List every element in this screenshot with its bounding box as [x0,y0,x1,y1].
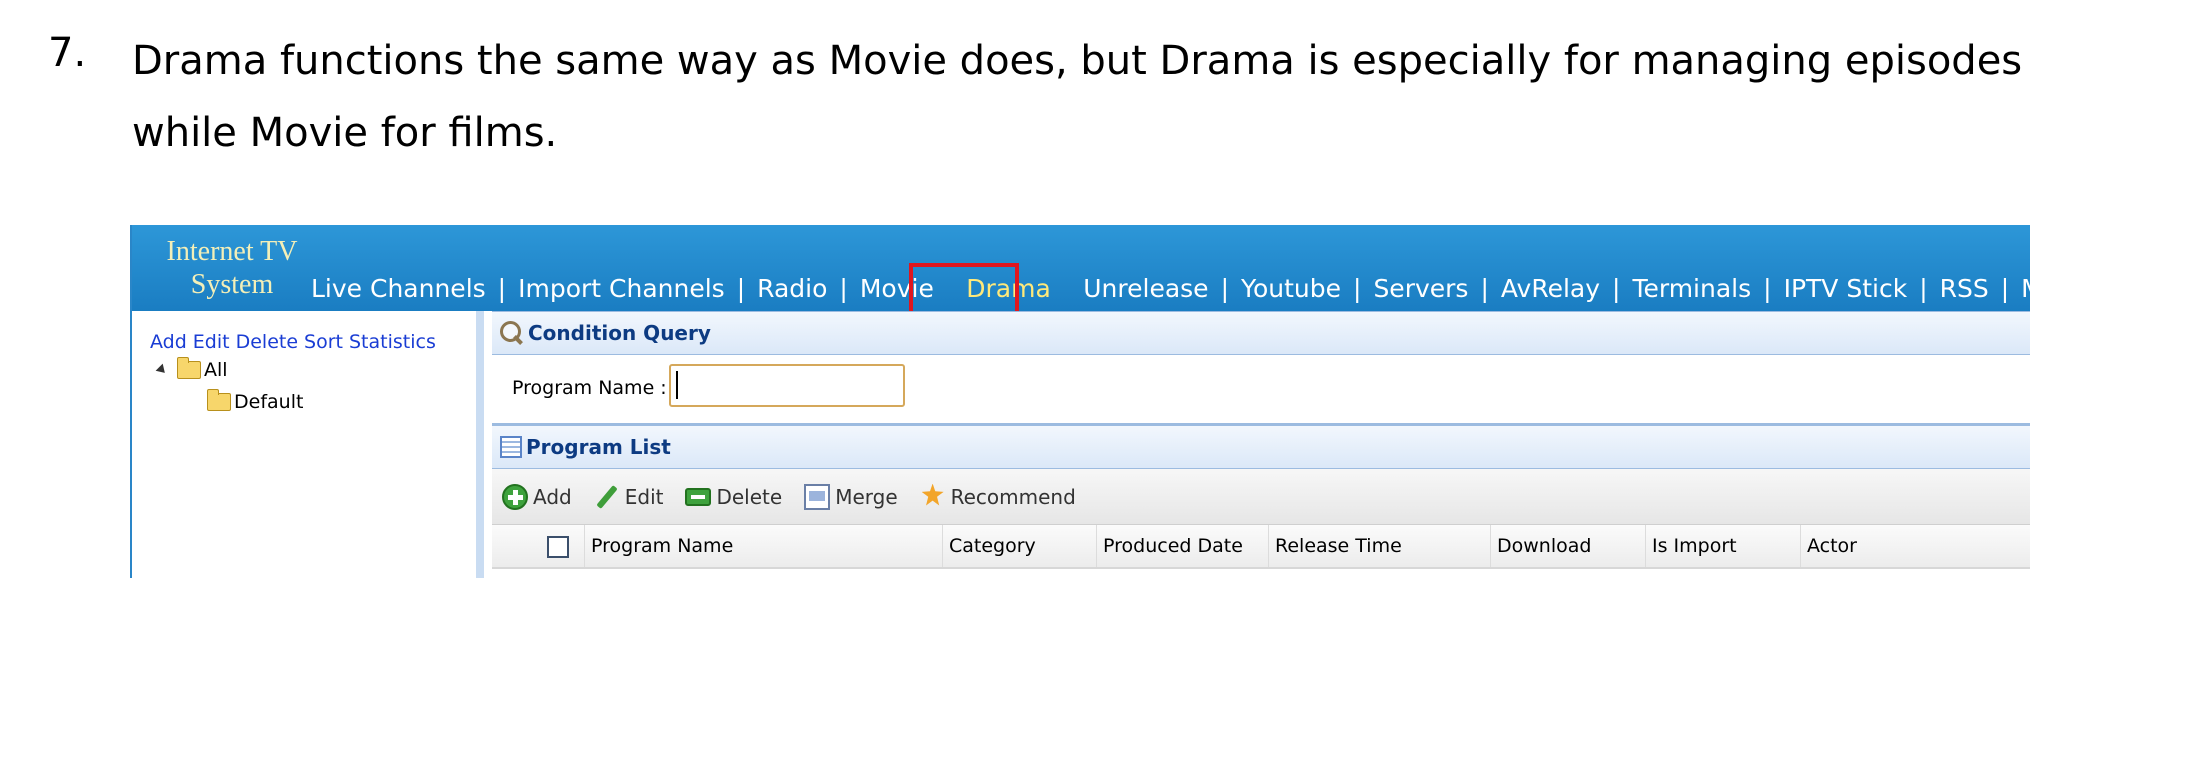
condition-query-header: Condition Query [492,311,2030,355]
folder-icon [207,389,231,411]
nav-separator: | [1612,273,1621,303]
minus-icon [685,487,712,506]
category-tree-panel: Add Edit Delete Sort Statistics All Default [132,311,484,578]
step-number: 7. [48,30,87,76]
merge-button[interactable]: Merge [804,483,898,510]
app-screenshot: Internet TV System Live Channels | Impor… [130,225,2030,578]
nav-youtube[interactable]: Youtube [1237,274,1345,303]
folder-icon [177,357,201,379]
tree-node-default[interactable]: Default [207,389,304,413]
nav-music[interactable]: Music [2017,274,2030,303]
list-icon [500,436,522,458]
merge-icon [804,483,831,510]
condition-query-body: Program Name : [492,355,2030,425]
step-text: Drama functions the same way as Movie do… [132,25,2032,169]
nav-import-channels[interactable]: Import Channels [514,274,729,303]
nav-separator: | [1480,273,1489,303]
program-grid-header: Program Name Category Produced Date Rele… [492,525,2030,569]
logo-line2: System [190,269,274,300]
tree-node-default-label: Default [234,391,304,413]
search-icon [498,319,526,347]
nav-rss[interactable]: RSS [1936,274,1993,303]
step-text-line2: while Movie for films. [132,110,558,156]
program-list-title: Program List [526,435,671,459]
column-program-name[interactable]: Program Name [584,525,942,567]
tree-actions: Add Edit Delete Sort Statistics [150,331,442,353]
column-actor[interactable]: Actor [1800,525,2030,567]
program-list-header: Program List [492,425,2030,469]
nav-separator: | [1763,273,1772,303]
content-panel: Condition Query Program Name : Program L… [492,311,2030,578]
delete-button[interactable]: Delete [685,485,782,509]
nav-terminals[interactable]: Terminals [1628,274,1755,303]
nav-separator: | [1919,273,1928,303]
nav-servers[interactable]: Servers [1369,274,1472,303]
nav-separator: | [736,273,746,303]
step-text-line1: Drama functions the same way as Movie do… [132,38,2023,84]
nav-radio[interactable]: Radio [753,274,831,303]
nav-unrelease[interactable]: Unrelease [1079,274,1212,303]
nav-iptv-stick[interactable]: IPTV Stick [1780,274,1912,303]
condition-query-title: Condition Query [528,321,711,345]
column-download[interactable]: Download [1490,525,1645,567]
nav-separator: | [497,273,507,303]
nav-separator: | [1220,273,1229,303]
tree-delete-link[interactable]: Delete [236,331,298,353]
nav-separator: | [839,273,848,303]
select-all-checkbox[interactable] [547,536,569,558]
top-header: Internet TV System Live Channels | Impor… [132,225,2030,321]
column-category[interactable]: Category [942,525,1096,567]
main-nav: Live Channels | Import Channels | Radio … [307,271,2030,305]
nav-live-channels[interactable]: Live Channels [307,274,490,303]
nav-avrelay[interactable]: AvRelay [1497,274,1604,303]
star-medal-icon [920,484,946,510]
edit-button-label: Edit [624,484,664,509]
program-name-input[interactable] [669,364,905,407]
nav-separator: | [1353,273,1362,303]
tree-node-all-label: All [204,359,228,381]
tree-edit-link[interactable]: Edit [193,331,230,353]
delete-button-label: Delete [716,484,783,509]
app-logo: Internet TV System [152,235,312,301]
tree-add-link[interactable]: Add [150,331,187,353]
program-toolbar: Add Edit Delete Merge Recommend [492,469,2030,525]
edit-button[interactable]: Edit [594,484,664,510]
pencil-icon [594,484,620,510]
column-is-import[interactable]: Is Import [1645,525,1800,567]
column-produced-date[interactable]: Produced Date [1096,525,1268,567]
logo-line1: Internet TV [166,236,298,267]
document-step: 7. Drama functions the same way as Movie… [0,0,2202,160]
recommend-button-label: Recommend [950,484,1076,509]
nav-separator: | [2000,273,2010,303]
tree-node-all[interactable]: All [155,357,228,381]
add-icon [502,483,528,510]
merge-button-label: Merge [835,484,898,509]
tree-statistics-link[interactable]: Statistics [349,331,436,353]
text-caret [676,371,678,399]
add-button[interactable]: Add [502,483,572,510]
add-button-label: Add [533,484,572,509]
column-release-time[interactable]: Release Time [1268,525,1490,567]
program-name-label: Program Name : [512,377,667,399]
tree-sort-link[interactable]: Sort [304,331,343,353]
expand-triangle-icon[interactable] [155,363,169,377]
recommend-button[interactable]: Recommend [920,484,1076,510]
